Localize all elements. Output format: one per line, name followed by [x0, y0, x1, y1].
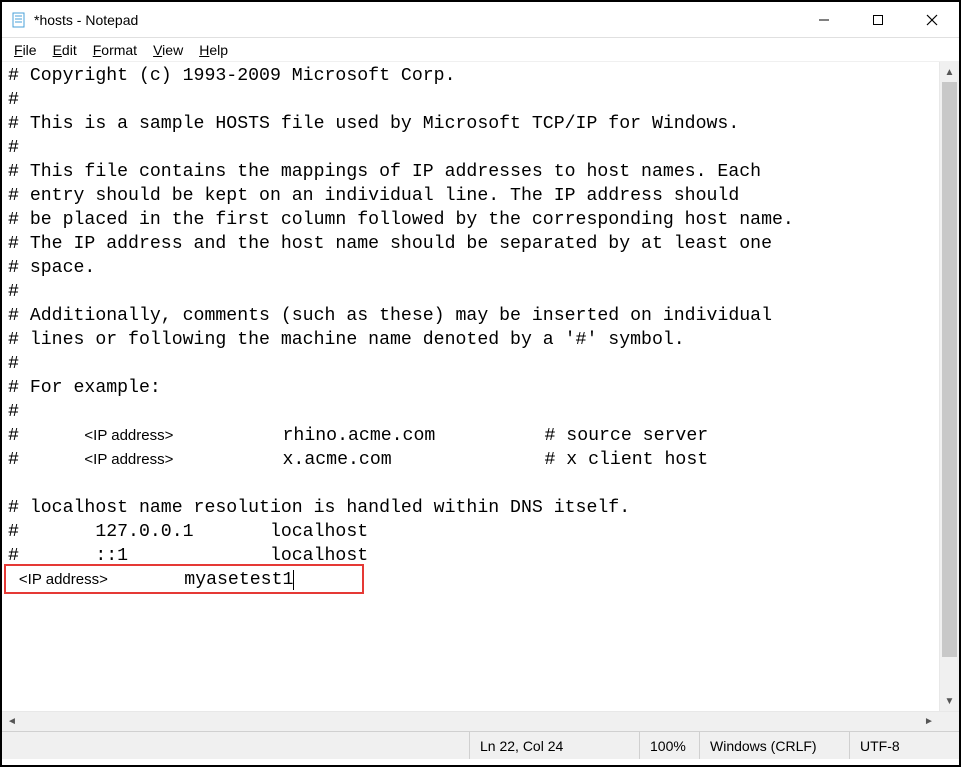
editor-line: # Copyright (c) 1993-2009 Microsoft Corp…: [8, 64, 933, 88]
text-caret: [293, 570, 294, 590]
editor-line: # This file contains the mappings of IP …: [8, 160, 933, 184]
status-line-ending: Windows (CRLF): [699, 732, 849, 759]
titlebar[interactable]: *hosts - Notepad: [2, 2, 959, 38]
menu-edit[interactable]: Edit: [45, 40, 85, 60]
scroll-up-arrow-icon[interactable]: ▲: [940, 62, 959, 82]
menu-view[interactable]: View: [145, 40, 191, 60]
editor-line: # This is a sample HOSTS file used by Mi…: [8, 112, 933, 136]
menubar: File Edit Format View Help: [2, 38, 959, 62]
editor-line: # localhost name resolution is handled w…: [8, 496, 933, 520]
status-position: Ln 22, Col 24: [469, 732, 639, 759]
editor-line: # space.: [8, 256, 933, 280]
editor-line: # be placed in the first column followed…: [8, 208, 933, 232]
editor-line: # <IP address> rhino.acme.com # source s…: [8, 424, 933, 448]
editor-area: # Copyright (c) 1993-2009 Microsoft Corp…: [2, 62, 959, 711]
vertical-scroll-thumb[interactable]: [942, 82, 957, 657]
editor-line: # lines or following the machine name de…: [8, 328, 933, 352]
scrollbar-corner: [939, 712, 959, 731]
editor-line: # The IP address and the host name shoul…: [8, 232, 933, 256]
scroll-right-arrow-icon[interactable]: ►: [919, 712, 939, 731]
text-editor[interactable]: # Copyright (c) 1993-2009 Microsoft Corp…: [2, 62, 939, 711]
horizontal-scrollbar[interactable]: ◄ ►: [2, 711, 959, 731]
editor-line: # 127.0.0.1 localhost: [8, 520, 933, 544]
editor-line: # <IP address> x.acme.com # x client hos…: [8, 448, 933, 472]
editor-line: # entry should be kept on an individual …: [8, 184, 933, 208]
ip-address-placeholder: <IP address>: [84, 451, 173, 468]
statusbar: Ln 22, Col 24 100% Windows (CRLF) UTF-8: [2, 731, 959, 759]
status-encoding: UTF-8: [849, 732, 959, 759]
window-title: *hosts - Notepad: [34, 12, 138, 28]
notepad-icon: [10, 11, 28, 29]
window-controls: [797, 2, 959, 37]
editor-line: [8, 472, 933, 496]
menu-help[interactable]: Help: [191, 40, 236, 60]
editor-line: # Additionally, comments (such as these)…: [8, 304, 933, 328]
editor-line: <IP address> myasetest1: [8, 568, 933, 592]
scroll-down-arrow-icon[interactable]: ▼: [940, 691, 959, 711]
vertical-scrollbar[interactable]: ▲ ▼: [939, 62, 959, 711]
editor-line: #: [8, 352, 933, 376]
status-zoom: 100%: [639, 732, 699, 759]
editor-line: #: [8, 136, 933, 160]
editor-line: #: [8, 88, 933, 112]
scroll-left-arrow-icon[interactable]: ◄: [2, 712, 22, 731]
maximize-button[interactable]: [851, 2, 905, 37]
ip-address-placeholder: <IP address>: [84, 427, 173, 444]
close-button[interactable]: [905, 2, 959, 37]
editor-line: # For example:: [8, 376, 933, 400]
status-empty: [2, 732, 469, 759]
ip-address-placeholder: <IP address>: [19, 571, 108, 588]
editor-line: #: [8, 400, 933, 424]
menu-file[interactable]: File: [6, 40, 45, 60]
menu-format[interactable]: Format: [85, 40, 145, 60]
minimize-button[interactable]: [797, 2, 851, 37]
editor-line: # ::1 localhost: [8, 544, 933, 568]
editor-line: #: [8, 280, 933, 304]
